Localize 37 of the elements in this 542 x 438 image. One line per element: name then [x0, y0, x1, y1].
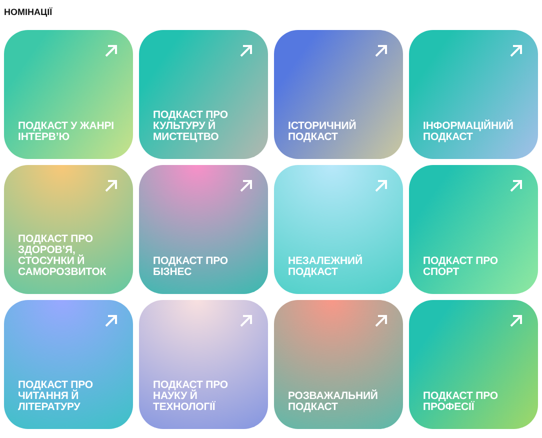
nomination-card[interactable]: ПОДКАСТ ПРО НАУКУ Й ТЕХНОЛОГІЇ: [139, 300, 268, 429]
arrow-icon: [104, 314, 118, 328]
card-title: ПОДКАСТ ПРО ЗДОРОВ’Я, СТОСУНКИ Й САМОРОЗВИТОК: [18, 234, 108, 278]
card-title: НЕЗАЛЕЖНИЙ ПОДКАСТ: [288, 256, 364, 278]
arrow-icon: [239, 314, 253, 328]
card-title: ПОДКАСТ ПРО ПРОФЕСІЇ: [423, 391, 499, 413]
nomination-card[interactable]: ПОДКАСТ У ЖАНРІ ІНТЕРВ’Ю: [4, 30, 133, 159]
nomination-card[interactable]: ПОДКАСТ ПРО ЧИТАННЯ Й ЛІТЕРАТУРУ: [4, 300, 133, 429]
arrow-icon: [374, 314, 388, 328]
nomination-card[interactable]: ІНФОРМАЦІЙНИЙ ПОДКАСТ: [409, 30, 538, 159]
arrow-icon: [239, 179, 253, 193]
arrow-icon: [104, 179, 118, 193]
nomination-card[interactable]: ПОДКАСТ ПРО ПРОФЕСІЇ: [409, 300, 538, 429]
nomination-card[interactable]: ПОДКАСТ ПРО КУЛЬТУРУ Й МИСТЕЦТВО: [139, 30, 268, 159]
arrow-icon: [509, 44, 523, 58]
card-title: ПОДКАСТ ПРО ЧИТАННЯ Й ЛІТЕРАТУРУ: [18, 380, 94, 413]
nomination-card[interactable]: ПОДКАСТ ПРО БІЗНЕС: [139, 165, 268, 294]
card-title: ПОДКАСТ ПРО НАУКУ Й ТЕХНОЛОГІЇ: [153, 380, 229, 413]
card-title: ПОДКАСТ У ЖАНРІ ІНТЕРВ’Ю: [18, 121, 115, 143]
arrow-icon: [509, 179, 523, 193]
card-title: ПОДКАСТ ПРО БІЗНЕС: [153, 256, 229, 278]
arrow-icon: [239, 44, 253, 58]
card-title: ПОДКАСТ ПРО СПОРТ: [423, 256, 499, 278]
section-heading: НОМІНАЦІЇ: [4, 6, 54, 18]
nomination-card[interactable]: НЕЗАЛЕЖНИЙ ПОДКАСТ: [274, 165, 403, 294]
nomination-card[interactable]: ПОДКАСТ ПРО СПОРТ: [409, 165, 538, 294]
nomination-card[interactable]: РОЗВАЖАЛЬНИЙ ПОДКАСТ: [274, 300, 403, 429]
card-title: ПОДКАСТ ПРО КУЛЬТУРУ Й МИСТЕЦТВО: [153, 110, 229, 143]
arrow-icon: [374, 44, 388, 58]
arrow-icon: [374, 179, 388, 193]
arrow-icon: [509, 314, 523, 328]
card-title: ІСТОРИЧНИЙ ПОДКАСТ: [288, 121, 358, 143]
card-title: РОЗВАЖАЛЬНИЙ ПОДКАСТ: [288, 391, 379, 413]
arrow-icon: [104, 44, 118, 58]
card-title: ІНФОРМАЦІЙНИЙ ПОДКАСТ: [423, 121, 514, 143]
nomination-card[interactable]: ПОДКАСТ ПРО ЗДОРОВ’Я, СТОСУНКИ Й САМОРОЗВИТОК: [4, 165, 133, 294]
nomination-card[interactable]: ІСТОРИЧНИЙ ПОДКАСТ: [274, 30, 403, 159]
